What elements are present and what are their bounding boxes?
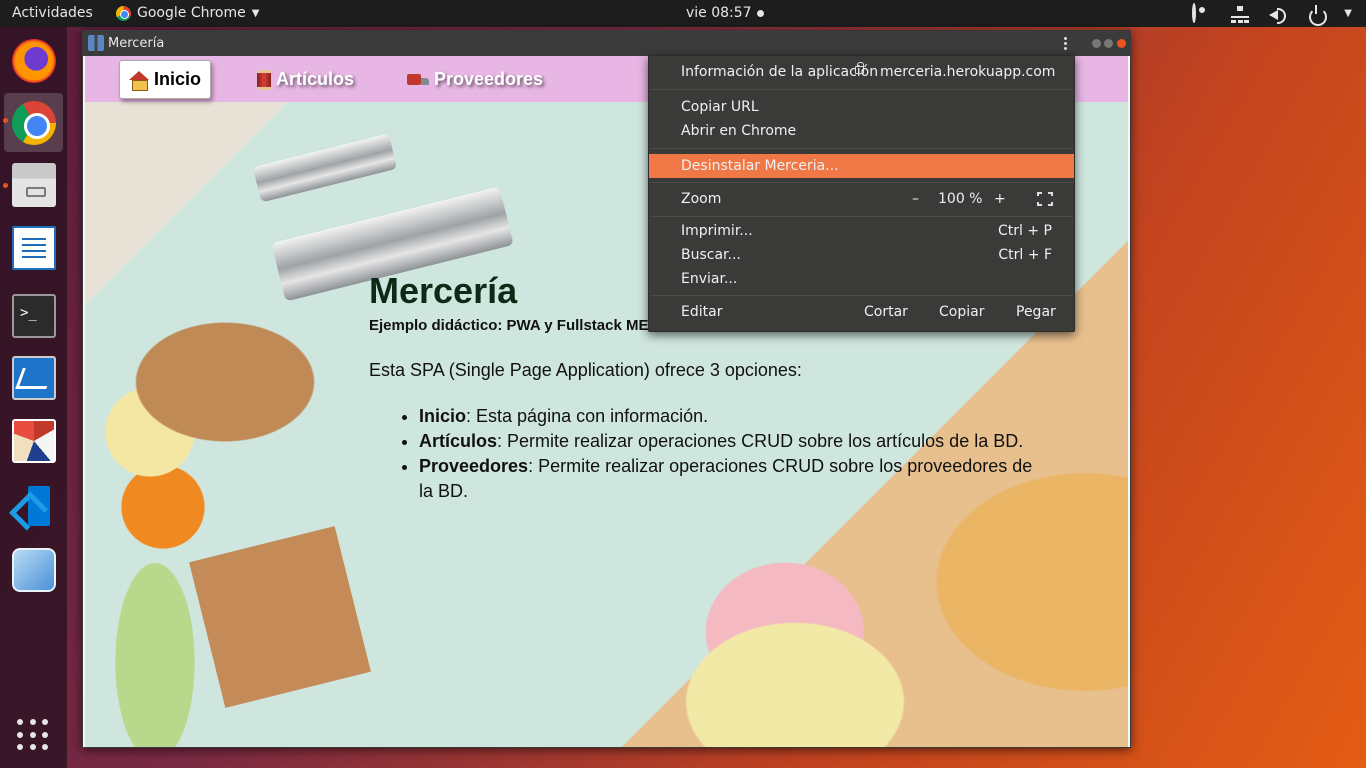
menu-divider (650, 89, 1073, 90)
nav-label: Inicio (154, 69, 202, 89)
zoom-in-button[interactable]: + (994, 191, 1006, 207)
activities-button[interactable]: Actividades (12, 5, 93, 21)
dock-writer[interactable] (4, 218, 63, 277)
top-bar: Actividades Google Chrome ▼ vie 08:57 ▼ (0, 0, 1366, 27)
paint-tube-decoration (252, 133, 398, 203)
app-icon (88, 35, 104, 51)
virtualbox-icon (12, 548, 56, 592)
menu-item-zoom: Zoom – 100 % + (649, 187, 1074, 211)
close-button[interactable] (1117, 39, 1126, 48)
system-menu-chevron-icon[interactable]: ▼ (1344, 8, 1352, 19)
files-icon (12, 163, 56, 207)
app-menu-label: Google Chrome (137, 5, 246, 21)
nav-proveedores[interactable]: Proveedores (407, 60, 543, 99)
dock-firefox[interactable] (4, 31, 63, 90)
dock-vscode[interactable] (4, 476, 63, 535)
spool-icon (257, 69, 271, 90)
list-item: Inicio: Esta página con información. (419, 404, 1049, 429)
kebab-menu-icon[interactable] (1061, 34, 1069, 52)
truck-icon (407, 71, 429, 89)
site-url: merceria.herokuapp.com (880, 64, 1056, 80)
firefox-icon (12, 39, 56, 83)
zoom-level: 100 % (938, 191, 983, 207)
chrome-icon (12, 101, 56, 145)
kraft-tag-decoration (189, 526, 371, 708)
menu-item-uninstall[interactable]: Desinstalar Merceria... (649, 154, 1074, 178)
writer-icon (12, 226, 56, 270)
zoom-out-button[interactable]: – (912, 191, 919, 207)
nav-label: Artículos (276, 69, 355, 89)
maximize-button[interactable] (1104, 39, 1113, 48)
menu-item-app-info[interactable]: Información de la aplicación merceria.he… (649, 60, 1074, 84)
menu-divider (650, 148, 1073, 149)
dock-terminal[interactable]: >_ (4, 286, 63, 345)
list-item: Proveedores: Permite realizar operacione… (419, 454, 1049, 504)
dock-chrome[interactable] (3, 93, 63, 152)
running-indicator (3, 183, 8, 188)
menu-divider (650, 295, 1073, 296)
paste-button[interactable]: Pegar (1016, 304, 1056, 320)
menu-item-print[interactable]: Imprimir... Ctrl + P (649, 219, 1074, 243)
nav-articulos[interactable]: Artículos (257, 60, 354, 99)
nav-inicio[interactable]: Inicio (119, 60, 212, 99)
menu-item-find[interactable]: Buscar... Ctrl + F (649, 243, 1074, 267)
app-context-menu: Información de la aplicación merceria.he… (648, 55, 1075, 332)
app-menu[interactable]: Google Chrome ▼ (116, 5, 259, 21)
nav-label: Proveedores (434, 69, 544, 89)
dock-virtualbox[interactable] (4, 540, 63, 599)
vscode-icon (12, 484, 56, 528)
list-item: Artículos: Permite realizar operaciones … (419, 429, 1049, 454)
shortcut-label: Ctrl + P (998, 223, 1052, 239)
dock: >_ (0, 27, 67, 768)
menu-item-open-in-chrome[interactable]: Abrir en Chrome (649, 119, 1074, 143)
running-indicator (3, 118, 8, 123)
house-icon (129, 70, 149, 91)
menu-item-edit: Editar Cortar Copiar Pegar (681, 304, 1056, 320)
system-tray[interactable]: ▼ (1192, 2, 1352, 26)
fullscreen-icon[interactable] (1037, 192, 1053, 206)
clock[interactable]: vie 08:57 (686, 5, 764, 21)
voronoi-app-icon (12, 419, 56, 463)
system-monitor-icon (12, 356, 56, 400)
shortcut-label: Ctrl + F (998, 247, 1052, 263)
show-applications-icon[interactable] (17, 719, 49, 751)
window-title: Mercería (108, 36, 165, 51)
minimize-button[interactable] (1092, 39, 1101, 48)
power-icon[interactable] (1306, 4, 1328, 26)
volume-icon[interactable] (1268, 5, 1288, 24)
dock-system-monitor[interactable] (4, 348, 63, 407)
clock-label: vie 08:57 (686, 5, 752, 21)
cut-button[interactable]: Cortar (864, 304, 908, 320)
options-list: Inicio: Esta página con información. Art… (369, 404, 1049, 504)
menu-divider (650, 216, 1073, 217)
dock-voronoi-app[interactable] (4, 411, 63, 470)
network-icon[interactable] (1230, 5, 1250, 23)
menu-divider (650, 182, 1073, 183)
window-titlebar[interactable]: Mercería (83, 31, 1130, 56)
terminal-icon: >_ (12, 294, 56, 338)
copy-button[interactable]: Copiar (939, 304, 984, 320)
menu-item-copy-url[interactable]: Copiar URL (649, 95, 1074, 119)
dock-files[interactable] (3, 155, 63, 214)
menu-item-send[interactable]: Enviar... (649, 267, 1074, 291)
notification-dot-icon (756, 9, 764, 17)
chevron-down-icon: ▼ (251, 7, 260, 19)
lock-icon (855, 62, 864, 74)
chrome-icon (116, 5, 131, 21)
intro-text: Esta SPA (Single Page Application) ofrec… (369, 360, 802, 380)
eye-icon[interactable] (1192, 2, 1212, 23)
